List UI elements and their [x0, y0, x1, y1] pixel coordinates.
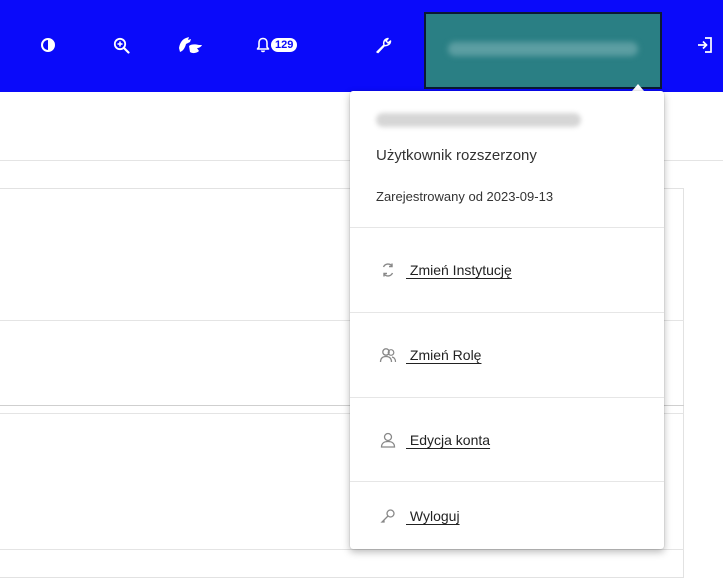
user-menu-toggle[interactable] — [424, 12, 662, 91]
logout-link[interactable]: Wyloguj — [350, 482, 664, 549]
user-role: Użytkownik rozszerzony — [376, 147, 537, 164]
key-icon — [379, 507, 397, 525]
change-institution-link[interactable]: Zmień Instytucję — [350, 228, 664, 312]
edit-account-label[interactable]: Edycja konta — [406, 432, 490, 448]
user-name-redacted — [448, 42, 638, 56]
change-role-label[interactable]: Zmień Rolę — [406, 347, 482, 363]
dropdown-user-name-redacted — [376, 113, 581, 127]
user-dropdown-menu: Użytkownik rozszerzony Zarejestrowany od… — [350, 91, 664, 549]
edit-account-link[interactable]: Edycja konta — [350, 398, 664, 482]
logout-label[interactable]: Wyloguj — [406, 508, 460, 524]
change-institution-label[interactable]: Zmień Instytucję — [406, 262, 512, 278]
top-navigation-bar: 129 — [0, 0, 723, 92]
users-icon — [379, 346, 397, 364]
caret-up-icon — [632, 84, 644, 91]
logout-icon[interactable] — [694, 30, 716, 60]
bell-icon[interactable]: 129 — [256, 30, 326, 60]
contrast-icon[interactable] — [38, 30, 58, 60]
user-icon — [379, 431, 397, 449]
registration-date: Zarejestrowany od 2023-09-13 — [376, 189, 554, 204]
change-role-link[interactable]: Zmień Rolę — [350, 313, 664, 397]
sign-language-icon[interactable] — [176, 30, 206, 60]
zoom-in-icon[interactable] — [110, 30, 132, 60]
wrench-icon[interactable] — [373, 30, 393, 60]
notification-count-badge: 129 — [271, 38, 298, 52]
card-divider — [0, 549, 684, 550]
refresh-icon — [379, 261, 397, 279]
